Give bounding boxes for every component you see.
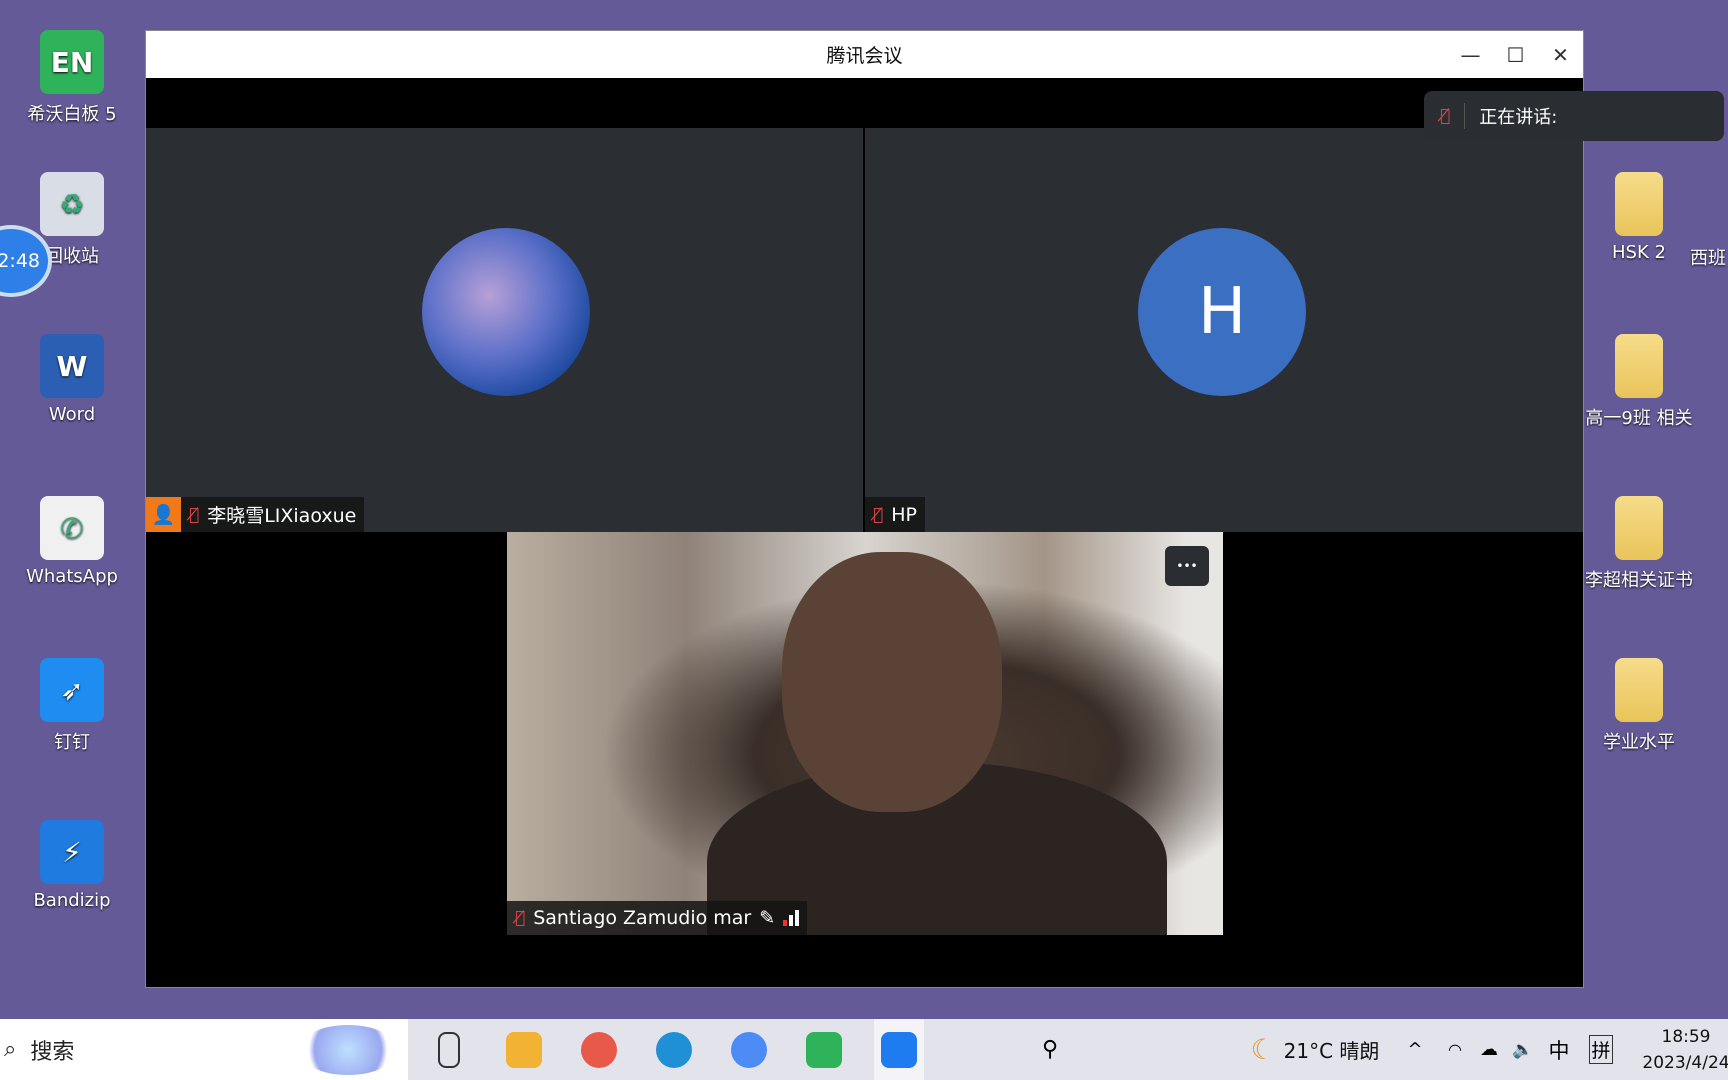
chrome-icon [731,1031,767,1068]
participant-tile-2[interactable]: H 🎙̸ HP [865,128,1583,532]
folder-icon [1615,658,1663,722]
moon-icon: ☾ [1250,1033,1276,1066]
app-icon: W [40,334,104,398]
name-label: 🎙̸ Santiago Zamudio mar ✎ [507,901,808,935]
desktop-icon[interactable]: W Word [17,334,127,425]
people-icon[interactable]: ⚲ [1030,1019,1070,1080]
app-icon: EN [40,30,104,94]
taskbar-edge[interactable] [649,1019,699,1080]
ime-lang[interactable]: 中 [1544,1019,1574,1080]
taskbar-tencent-meeting[interactable] [874,1019,924,1080]
desktop-icon[interactable]: ✆ WhatsApp [17,496,127,587]
taskbar-easinote[interactable] [799,1019,849,1080]
name-label: 👤 🎙̸ 李晓雪LIXiaoxue [146,497,365,532]
jellyfish-decoration [298,1024,398,1075]
participant-tile-1[interactable]: 👤 🎙̸ 李晓雪LIXiaoxue [146,128,863,532]
search-box[interactable]: ⌕ 搜索 [0,1019,408,1080]
minimize-button[interactable]: — [1448,31,1493,78]
clock[interactable]: 18:59 2023/4/24 [1636,1019,1728,1080]
desktop-folder[interactable]: 李超相关证书 [1584,496,1694,592]
speaking-indicator: 🎙̸ 正在讲话: [1424,91,1724,141]
taskbar-chrome[interactable] [724,1019,774,1080]
tray-chevron-icon[interactable]: ^ [1402,1019,1428,1080]
more-button[interactable]: ••• [1165,546,1209,586]
ime-mode[interactable]: 拼 [1586,1019,1616,1080]
desktop-icon[interactable]: ⚡ Bandizip [17,820,127,911]
desktop-folder[interactable]: 高一9班 相关 [1584,334,1694,430]
file-explorer-icon [506,1031,542,1068]
easinote-icon [806,1031,842,1068]
maximize-button[interactable]: ☐ [1493,31,1538,78]
taskbar-task-view[interactable] [424,1019,474,1080]
desktop-icon[interactable]: EN 希沃白板 5 [17,30,127,126]
tencent-meeting-icon [881,1031,917,1068]
wifi-icon[interactable]: ◠ [1440,1019,1470,1080]
host-icon: 👤 [146,497,181,532]
avatar: H [1138,228,1306,396]
app-icon: ➶ [40,658,104,722]
folder-icon [1615,172,1663,236]
folder-icon [1615,496,1663,560]
mic-muted-icon: 🎙̸ [873,504,884,525]
folder-icon [1615,334,1663,398]
window-title: 腾讯会议 [826,45,903,67]
onedrive-icon[interactable]: ☁ [1474,1019,1504,1080]
search-icon: ⌕ [4,1037,17,1062]
pencil-icon: ✎ [759,907,776,929]
desktop-folder[interactable]: HSK 2 [1584,172,1694,263]
app-icon: ♻ [40,172,104,236]
mic-muted-icon: 🎙̸ [515,908,526,928]
video-tile[interactable]: ••• 🎙̸ Santiago Zamudio mar ✎ [507,532,1223,935]
speaker-icon[interactable]: 🔈 [1508,1019,1538,1080]
edge-icon [656,1031,692,1068]
app-icon: ⚡ [40,820,104,884]
desktop-folder[interactable]: 学业水平 [1584,658,1694,754]
avatar [422,228,590,396]
close-button[interactable]: ✕ [1538,31,1583,78]
title-bar: 腾讯会议 — ☐ ✕ [146,31,1583,78]
meeting-window: 腾讯会议 — ☐ ✕ 👤 🎙̸ 李晓雪LIXiaoxue H 🎙̸ HP 🎙̸ … [145,30,1724,988]
mic-muted-icon: 🎙̸ [1440,106,1451,126]
video-face [782,552,1002,812]
desktop-icon[interactable]: ➶ 钉钉 [17,658,127,754]
taskbar-file-explorer[interactable] [499,1019,549,1080]
app-icon: ✆ [40,496,104,560]
weather-widget[interactable]: ☾ 21°C 晴朗 [1220,1019,1410,1080]
desktop-icon-partial[interactable]: 西班 [1690,244,1728,270]
taskbar-photos[interactable] [574,1019,624,1080]
signal-icon [783,910,800,926]
mic-muted-icon: 🎙̸ [189,504,200,525]
task-view-icon [438,1031,460,1068]
photos-icon [581,1031,617,1068]
name-label: 🎙̸ HP [865,497,925,532]
